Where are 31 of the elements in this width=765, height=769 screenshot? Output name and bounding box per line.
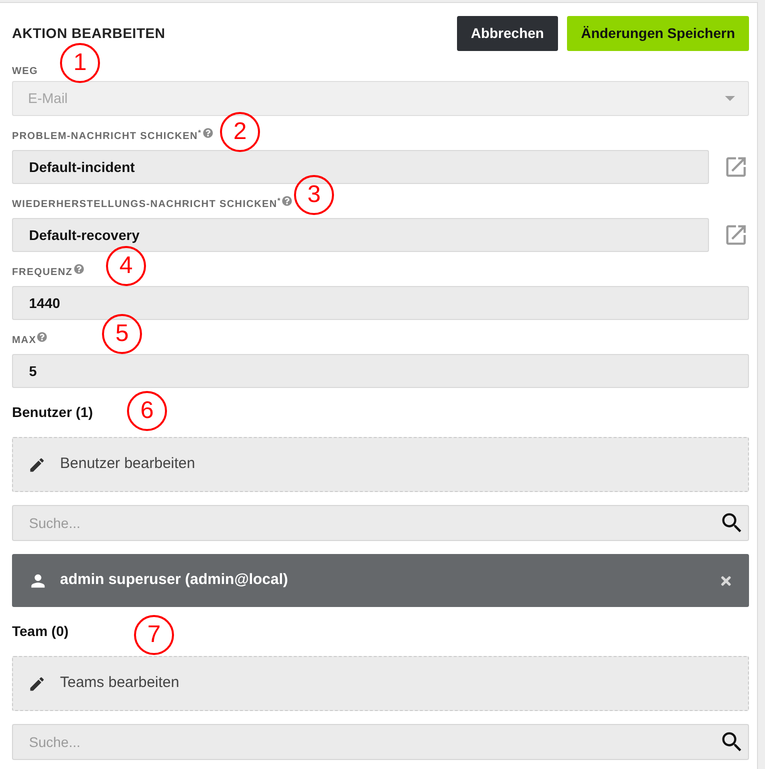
callout-marker: 6 [127,391,167,431]
search-field[interactable]: Suche... [12,724,749,760]
field-label: FREQUENZ [12,266,73,280]
input-field[interactable]: 5 [12,354,749,388]
input-field[interactable]: Default-recovery [12,218,709,252]
caret-icon [725,96,735,101]
form-title: AKTION BEARBEITEN [12,24,166,43]
input-field[interactable]: 1440 [12,286,749,320]
field-label: WIEDERHERSTELLUNGS-NACHRICHT SCHICKEN$^{*}$ [12,198,281,212]
edit-button[interactable]: Benutzer bearbeiten [12,437,749,492]
callout-marker: 3 [294,175,334,215]
callout-marker: 7 [134,615,174,655]
section-title: Benutzer (1) [12,403,93,422]
field-label: WEG [12,65,38,79]
callout-marker: 2 [220,112,260,152]
edit-button[interactable]: Teams bearbeiten [12,656,749,711]
input-field[interactable]: Default-incident [12,150,709,184]
pencil-icon [28,456,46,474]
close-icon[interactable] [719,574,733,588]
callout-marker: 1 [60,43,100,83]
callout-marker: 5 [102,314,142,354]
save-button[interactable]: Änderungen Speichern [566,16,749,51]
pencil-icon [28,674,46,692]
field-label: PROBLEM-NACHRICHT SCHICKEN$^{*}$ [12,130,202,144]
callout-marker: 4 [106,246,146,286]
user-item[interactable]: admin superuser (admin@local) [12,554,749,607]
section-title: Team (0) [12,622,69,641]
field-label: MAX [12,334,36,348]
cancel-button[interactable]: Abbrechen [456,16,558,51]
search-field[interactable]: Suche... [12,505,749,541]
user-name: admin superuser (admin@local) [60,570,288,590]
